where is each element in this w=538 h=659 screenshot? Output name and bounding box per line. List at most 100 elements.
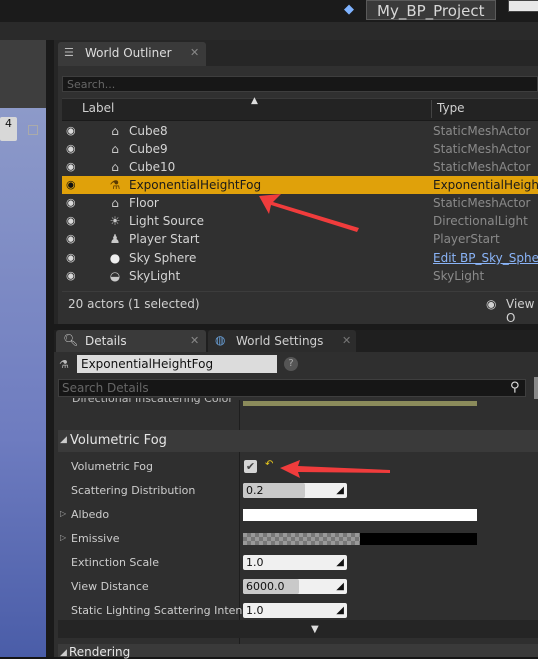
details-search-input[interactable]: Search Details [58,379,526,397]
actor-name: ExponentialHeightFog [129,178,262,192]
category-label: Volumetric Fog [70,433,167,448]
edit-blueprint-link[interactable]: Edit BP_Sky_Sphe [433,251,538,265]
actor-name: Floor [129,196,159,210]
actor-type: SkyLight [433,269,485,283]
outliner-row[interactable]: ◉ ♟ Player Start PlayerStart [62,230,538,248]
actor-type: PlayerStart [433,232,500,246]
actor-type: DirectionalLight [433,214,528,228]
minimize-button[interactable] [508,0,538,12]
outliner-row[interactable]: ◉ ⌂ Cube9 StaticMeshActor [62,140,538,158]
outliner-icon: ☰ [64,46,74,59]
property-row: Extinction Scale 1.0 ◢ [58,551,538,575]
collapse-arrow-icon[interactable]: ◢ [60,435,67,445]
globe-icon: ◍ [215,333,226,347]
field-value: 0.2 [246,484,264,497]
property-row: Volumetric Fog ✔ ↶ [58,455,538,479]
resize-handle-icon[interactable]: ◢ [336,605,344,616]
visibility-eye-icon[interactable]: ◉ [66,233,79,244]
fog-icon: ⚗ [59,358,69,371]
maximize-viewport-icon[interactable] [28,125,38,135]
actor-type: StaticMeshActor [433,196,531,210]
static-lighting-scattering-field[interactable]: 1.0 ◢ [243,603,347,618]
directional-light-icon: ☀ [109,214,121,228]
outliner-row[interactable]: ◉ ◒ SkyLight SkyLight [62,267,538,285]
visibility-eye-icon[interactable]: ◉ [66,125,79,136]
viewport-layout-number[interactable]: 4 [0,117,17,141]
search-icon[interactable]: ⚲ [510,380,520,395]
property-label: Albedo [71,508,110,521]
close-icon[interactable]: ✕ [342,334,351,347]
visibility-eye-icon[interactable]: ◉ [66,197,79,208]
actor-name: Player Start [129,232,200,246]
sort-ascending-icon[interactable]: ▲ [251,96,258,106]
visibility-eye-icon[interactable]: ◉ [66,161,79,172]
view-distance-field[interactable]: 6000.0 ◢ [243,579,347,594]
actor-name: Cube8 [129,124,168,138]
tab-label: World Settings [236,334,324,348]
property-label: View Distance [71,580,149,593]
outliner-row[interactable]: ◉ ● Sky Sphere Edit BP_Sky_Sphe [62,249,538,267]
outliner-header [62,98,538,121]
albedo-color-swatch[interactable] [243,509,477,521]
color-swatch[interactable] [243,401,477,406]
close-icon[interactable]: ✕ [190,46,199,59]
outliner-row-selected[interactable]: ◉ ⚗ ExponentialHeightFog ExponentialHeig… [62,176,538,194]
field-value: 1.0 [246,556,264,569]
alpha-checker [243,533,360,545]
expand-advanced-icon[interactable]: ▼ [311,624,319,635]
actor-type: ExponentialHeightF [433,178,538,192]
divider [62,291,538,292]
panel-splitter[interactable] [46,40,54,657]
outliner-search-input[interactable]: Search... [62,76,538,92]
details-icon: 🔍︎ [63,333,79,347]
expand-arrow-icon[interactable]: ▷ [60,533,66,542]
visibility-eye-icon[interactable]: ◉ [66,179,79,190]
view-options-button[interactable] [534,377,538,399]
player-start-icon: ♟ [109,232,121,246]
visibility-eye-icon[interactable]: ◉ [66,270,79,281]
reset-to-default-icon[interactable]: ↶ [265,459,273,470]
help-icon[interactable]: ? [284,357,298,371]
column-header-type[interactable]: Type [437,101,465,115]
fog-icon: ⚗ [109,178,121,192]
close-icon[interactable]: ✕ [190,334,199,347]
property-row: ▷ Albedo [58,503,538,527]
resize-handle-icon[interactable]: ◢ [336,557,344,568]
extinction-scale-field[interactable]: 1.0 ◢ [243,555,347,570]
view-options-button[interactable]: View O [506,297,538,325]
tab-label: World Outliner [85,46,172,60]
emissive-color-swatch[interactable] [243,533,477,545]
visibility-eye-icon[interactable]: ◉ [66,215,79,226]
expand-arrow-icon[interactable]: ▷ [60,509,66,518]
resize-handle-icon[interactable]: ◢ [336,485,344,496]
advanced-expander[interactable] [58,620,538,638]
outliner-row[interactable]: ◉ ⌂ Floor StaticMeshActor [62,194,538,212]
outliner-row[interactable]: ◉ ⌂ Cube10 StaticMeshActor [62,158,538,176]
outliner-row[interactable]: ◉ ⌂ Cube8 StaticMeshActor [62,122,538,140]
project-icon: ◆ [344,2,354,17]
outliner-row[interactable]: ◉ ☀ Light Source DirectionalLight [62,212,538,230]
property-label: Emissive [71,532,120,545]
visibility-eye-icon[interactable]: ◉ [66,252,79,263]
view-options-eye-icon[interactable]: ◉ [486,297,496,311]
resize-handle-icon[interactable]: ◢ [336,581,344,592]
viewport-scene[interactable] [0,108,46,657]
property-row: View Distance 6000.0 ◢ [58,575,538,599]
actor-count: 20 actors (1 selected) [68,297,200,311]
actor-name: Cube9 [129,142,168,156]
column-divider[interactable] [431,100,432,118]
field-value: 6000.0 [246,580,285,593]
actor-type: StaticMeshActor [433,142,531,156]
skylight-icon: ◒ [109,269,121,283]
static-mesh-icon: ⌂ [111,160,119,174]
tab-details[interactable] [56,330,206,352]
actor-name: SkyLight [129,269,181,283]
object-name-field[interactable]: ExponentialHeightFog [77,355,277,373]
volumetric-fog-checkbox[interactable]: ✔ [244,460,257,473]
column-header-label[interactable]: Label [82,101,114,115]
actor-name: Sky Sphere [129,251,197,265]
sphere-icon: ● [109,251,121,265]
property-label: Extinction Scale [71,556,160,569]
scattering-distribution-field[interactable]: 0.2 ◢ [243,483,347,498]
visibility-eye-icon[interactable]: ◉ [66,143,79,154]
